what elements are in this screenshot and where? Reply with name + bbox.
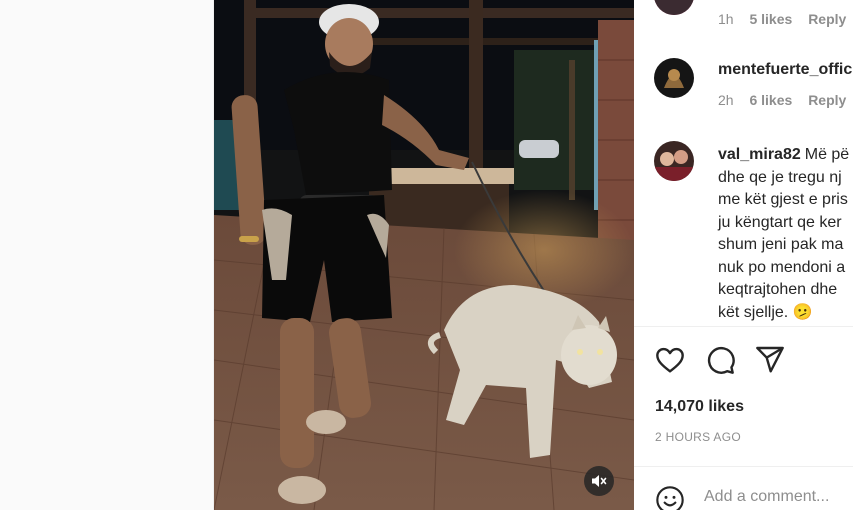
video-frame: [214, 0, 634, 510]
heart-icon: [656, 347, 684, 373]
share-button[interactable]: [754, 344, 786, 376]
speaker-muted-icon: [592, 475, 607, 487]
comment-reply-link[interactable]: Reply: [808, 92, 846, 108]
comment-line: nuk po mendoni a: [718, 258, 846, 276]
comment-line: val_mira82 Më pë: [718, 146, 850, 163]
comment-meta: 2h 6 likes Reply: [718, 92, 853, 108]
comment-line: kët sjellje. 🫤: [718, 303, 813, 321]
comment-line: ju këngtart qe ker: [718, 213, 842, 231]
comment-line: dhe qe je tregu nj: [718, 168, 842, 186]
comment-reply-link[interactable]: Reply: [808, 11, 846, 27]
add-comment-row: [634, 466, 853, 510]
left-blank-area: [0, 0, 214, 510]
post-timestamp[interactable]: 2 HOURS AGO: [655, 430, 741, 444]
add-comment-input[interactable]: [704, 488, 853, 506]
avatar-image: [654, 0, 694, 15]
comment-likes-link[interactable]: 6 likes: [749, 92, 792, 108]
comment-line: keqtrajtohen dhe: [718, 281, 838, 298]
comments-list: 1h 5 likes Reply mentefuerte_offic 2h 6 …: [634, 0, 853, 326]
comment-likes-link[interactable]: 5 likes: [749, 11, 792, 27]
comment-line: shum jeni pak ma: [718, 236, 844, 253]
commenter-avatar[interactable]: [654, 141, 694, 181]
smiley-icon: [656, 486, 684, 510]
comment-line: me kët gjest e pris: [718, 191, 848, 208]
commenter-avatar[interactable]: [654, 0, 694, 15]
avatar-image: [654, 141, 694, 181]
reel-video[interactable]: [214, 0, 634, 510]
comment-button[interactable]: [704, 344, 736, 376]
emoji-button[interactable]: [654, 484, 686, 510]
commenter-avatar[interactable]: [654, 58, 694, 98]
post-side-panel: 1h 5 likes Reply mentefuerte_offic 2h 6 …: [634, 0, 853, 510]
comment-time: 1h: [718, 11, 734, 27]
likes-count[interactable]: 14,070 likes: [655, 398, 744, 416]
commenter-username[interactable]: val_mira82: [718, 146, 801, 163]
section-divider: [634, 326, 853, 327]
comment-meta: 1h 5 likes Reply: [718, 11, 853, 27]
commenter-username[interactable]: mentefuerte_offic: [718, 61, 852, 79]
comment-time: 2h: [718, 92, 734, 108]
comment-text: val_mira82 Më pë dhe qe je tregu nj me kë…: [718, 144, 853, 324]
comment-bubble-icon: [707, 347, 735, 374]
mute-toggle-button[interactable]: [584, 466, 614, 496]
paper-plane-icon: [756, 346, 784, 373]
avatar-image: [654, 58, 694, 98]
like-button[interactable]: [654, 344, 686, 376]
